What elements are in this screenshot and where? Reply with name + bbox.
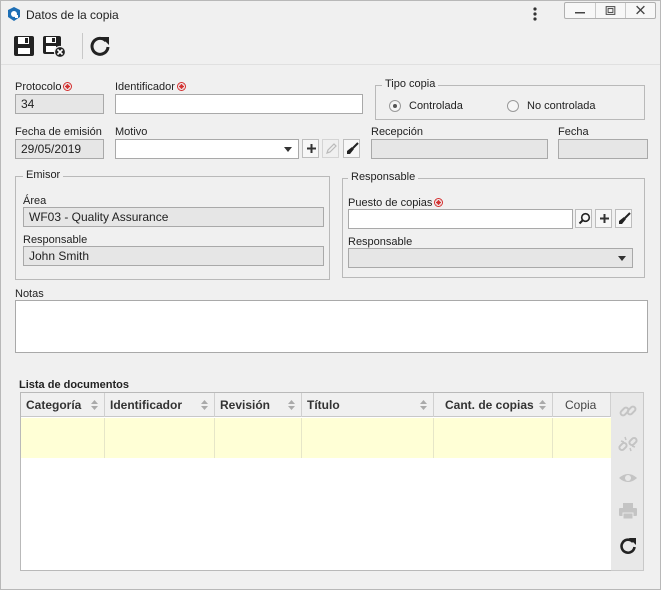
search-icon xyxy=(578,212,591,225)
tipo-copia-legend: Tipo copia xyxy=(382,78,439,90)
fecha-emision-label: Fecha de emisión xyxy=(15,126,102,138)
emisor-responsable-label: Responsable xyxy=(23,234,88,246)
radio-no-controlada[interactable] xyxy=(507,100,519,112)
area-field: WF03 - Quality Assurance xyxy=(23,207,324,227)
toolbar-separator xyxy=(82,33,83,59)
close-icon[interactable] xyxy=(625,3,655,18)
column-header-titulo[interactable]: Título xyxy=(302,393,434,417)
unlink-icon[interactable] xyxy=(618,434,638,454)
pencil-icon xyxy=(326,143,337,154)
motivo-select[interactable] xyxy=(115,139,299,159)
motivo-add-button[interactable] xyxy=(302,139,319,158)
recepcion-label: Recepción xyxy=(371,126,423,138)
cell-copia xyxy=(553,418,611,458)
puesto-copias-input[interactable] xyxy=(348,209,573,229)
emisor-legend: Emisor xyxy=(23,169,64,181)
save-and-close-icon[interactable] xyxy=(41,33,67,59)
column-header-cant-copias[interactable]: Cant. de copias xyxy=(434,393,553,417)
required-icon xyxy=(63,82,73,91)
radio-controlada[interactable] xyxy=(389,100,401,112)
required-icon xyxy=(434,198,444,207)
table-header: Categoría Identificador Revisión Título … xyxy=(21,393,611,417)
fecha-emision-field: 29/05/2019 xyxy=(15,139,104,159)
cell-categoria xyxy=(21,418,105,458)
documents-actions-sidebar xyxy=(611,392,644,571)
puesto-clear-button[interactable] xyxy=(615,209,632,228)
puesto-search-button[interactable] xyxy=(575,209,592,228)
fecha-field xyxy=(558,139,648,159)
print-icon[interactable] xyxy=(618,501,638,521)
documents-title: Lista de documentos xyxy=(19,379,130,391)
sort-icon xyxy=(539,400,546,410)
toolbar xyxy=(1,27,660,65)
sort-icon xyxy=(201,400,208,410)
emisor-responsable-field: John Smith xyxy=(23,246,324,266)
column-header-identificador[interactable]: Identificador xyxy=(105,393,215,417)
column-header-categoria[interactable]: Categoría xyxy=(21,393,105,417)
puesto-copias-label: Puesto de copias xyxy=(348,197,444,209)
recepcion-field xyxy=(371,139,548,159)
view-icon[interactable] xyxy=(618,468,638,488)
column-header-revision[interactable]: Revisión xyxy=(215,393,302,417)
tipo-copia-group: Tipo copia Controlada No controlada xyxy=(375,78,645,120)
notas-label: Notas xyxy=(15,288,44,300)
motivo-label: Motivo xyxy=(115,126,148,138)
controlada-label: Controlada xyxy=(409,100,463,112)
area-label: Área xyxy=(23,195,47,207)
responsable-group: Responsable Puesto de copias Responsable xyxy=(342,171,645,278)
sort-icon xyxy=(288,400,295,410)
motivo-edit-button[interactable] xyxy=(322,139,339,158)
protocolo-field: 34 xyxy=(15,94,104,114)
emisor-group: Emisor Área WF03 - Quality Assurance Res… xyxy=(15,169,330,280)
documents-table: Categoría Identificador Revisión Título … xyxy=(20,392,612,571)
identificador-label: Identificador xyxy=(115,81,186,93)
window-title: Datos de la copia xyxy=(26,8,119,22)
identificador-input[interactable] xyxy=(115,94,363,114)
cell-identificador xyxy=(105,418,215,458)
minimize-icon[interactable] xyxy=(565,3,595,18)
refresh-icon[interactable] xyxy=(618,536,638,556)
sort-icon xyxy=(420,400,427,410)
cell-cant-copias xyxy=(434,418,553,458)
save-icon[interactable] xyxy=(11,33,37,59)
responsable-select[interactable] xyxy=(348,248,633,268)
app-logo-icon xyxy=(8,7,20,21)
title-bar: Datos de la copia xyxy=(1,1,660,27)
table-row[interactable] xyxy=(21,418,611,458)
required-icon xyxy=(176,82,186,91)
restore-icon[interactable] xyxy=(595,3,625,18)
brush-icon xyxy=(619,212,631,224)
motivo-clear-button[interactable] xyxy=(343,139,360,158)
form-content: Protocolo 34 Identificador Tipo copia Co… xyxy=(4,66,657,588)
column-header-copia[interactable]: Copia xyxy=(553,393,611,417)
responsable-label: Responsable xyxy=(348,236,413,248)
cell-revision xyxy=(215,418,302,458)
cell-titulo xyxy=(302,418,434,458)
plus-icon xyxy=(600,214,609,223)
dialog-window: Datos de la copia Protocolo 34 Identific… xyxy=(0,0,661,590)
no-controlada-label: No controlada xyxy=(527,100,596,112)
more-options-icon[interactable] xyxy=(528,5,542,23)
refresh-icon[interactable] xyxy=(87,33,113,59)
puesto-add-button[interactable] xyxy=(595,209,612,228)
link-icon[interactable] xyxy=(618,401,638,421)
window-controls xyxy=(564,2,656,19)
fecha-label: Fecha xyxy=(558,126,589,138)
notas-textarea[interactable] xyxy=(15,300,648,353)
responsable-legend: Responsable xyxy=(348,171,419,183)
brush-icon xyxy=(347,142,359,154)
plus-icon xyxy=(307,144,316,153)
protocolo-label: Protocolo xyxy=(15,81,73,93)
sort-icon xyxy=(91,400,98,410)
